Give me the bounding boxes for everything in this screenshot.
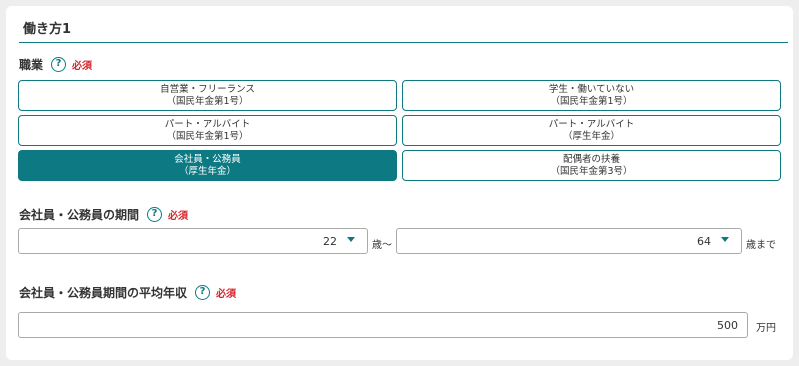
occupation-label-row: 職業 ? 必須	[19, 56, 92, 73]
period-to-select[interactable]: 64	[396, 228, 742, 254]
income-value: 500	[717, 319, 738, 332]
help-icon[interactable]: ?	[51, 57, 67, 72]
period-from-select[interactable]: 22	[18, 228, 368, 254]
period-to-value: 64	[697, 235, 711, 248]
section-title: 働き方1	[23, 22, 72, 37]
period-from-value: 22	[323, 235, 337, 248]
option-line2: （国民年金第1号）	[166, 95, 249, 107]
income-label-row: 会社員・公務員期間の平均年収 ? 必須	[19, 284, 236, 301]
option-line1: パート・アルバイト	[548, 118, 635, 130]
occupation-label: 職業	[19, 58, 44, 72]
caret-down-icon	[721, 237, 729, 242]
option-line2: （国民年金第3号）	[550, 165, 633, 177]
option-part-time-employee[interactable]: パート・アルバイト （厚生年金）	[402, 115, 781, 146]
option-company-employee[interactable]: 会社員・公務員 （厚生年金）	[18, 150, 397, 181]
option-line1: 自営業・フリーランス	[160, 83, 255, 95]
option-line2: （国民年金第1号）	[550, 95, 633, 107]
income-input[interactable]: 500	[18, 312, 748, 338]
help-icon[interactable]: ?	[147, 207, 163, 222]
option-dependent-spouse[interactable]: 配偶者の扶養 （国民年金第3号）	[402, 150, 781, 181]
required-badge: 必須	[168, 211, 189, 222]
section-divider	[19, 42, 788, 43]
option-part-time-national[interactable]: パート・アルバイト （国民年金第1号）	[18, 115, 397, 146]
option-line2: （厚生年金）	[562, 130, 620, 142]
income-label: 会社員・公務員期間の平均年収	[19, 286, 188, 300]
option-line2: （厚生年金）	[178, 165, 236, 177]
period-to-unit: 歳まで	[746, 240, 776, 251]
period-label: 会社員・公務員の期間	[19, 208, 140, 222]
required-badge: 必須	[216, 289, 237, 300]
option-self-employed[interactable]: 自営業・フリーランス （国民年金第1号）	[18, 80, 397, 111]
option-student-unemployed[interactable]: 学生・働いていない （国民年金第1号）	[402, 80, 781, 111]
option-line1: 会社員・公務員	[174, 153, 241, 165]
help-icon[interactable]: ?	[195, 285, 211, 300]
period-label-row: 会社員・公務員の期間 ? 必須	[19, 206, 188, 223]
caret-down-icon	[347, 237, 355, 242]
required-badge: 必須	[72, 61, 93, 72]
option-line1: 学生・働いていない	[548, 83, 635, 95]
period-from-unit: 歳〜	[372, 240, 392, 251]
income-unit: 万円	[756, 323, 776, 334]
option-line1: パート・アルバイト	[164, 118, 251, 130]
option-line1: 配偶者の扶養	[562, 153, 620, 165]
option-line2: （国民年金第1号）	[166, 130, 249, 142]
work-style-card: 働き方1 職業 ? 必須 自営業・フリーランス （国民年金第1号） 学生・働いて…	[6, 6, 793, 360]
